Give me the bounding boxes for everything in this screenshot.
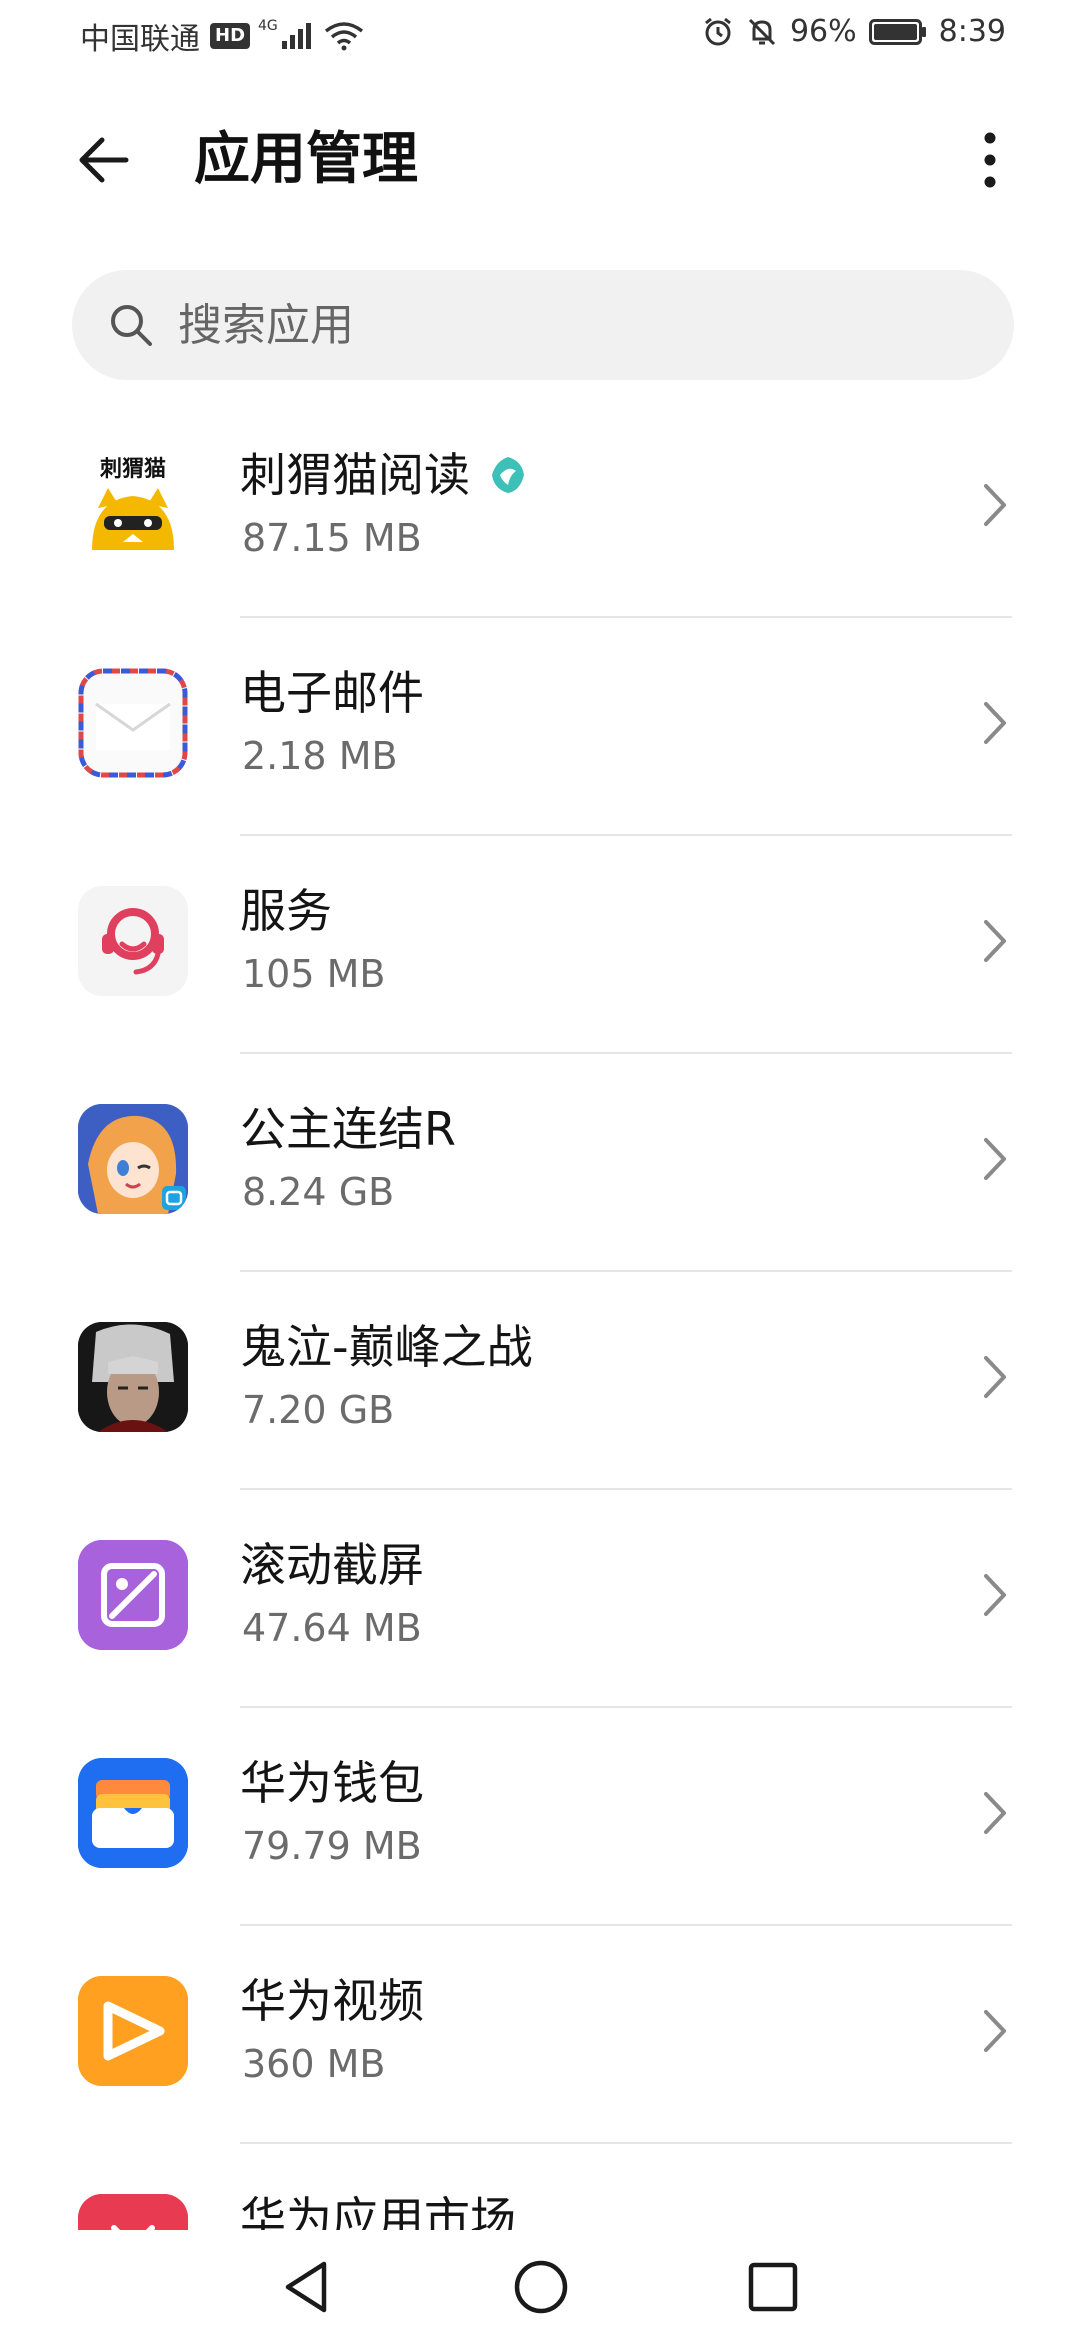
app-name: 华为应用市场 [240, 2189, 516, 2230]
app-size: 7.20 GB [242, 1388, 395, 1432]
status-bar: 中国联通 HD 4G 96% 8:39 [0, 0, 1080, 72]
list-item[interactable]: 鬼泣-巅峰之战 7.20 GB [0, 1272, 1080, 1490]
app-name: 华为视频 [240, 1971, 424, 2031]
mute-bell-icon [748, 18, 775, 45]
email-icon [78, 668, 188, 778]
app-name-text: 刺猬猫阅读 [240, 448, 470, 502]
list-item[interactable]: 华为视频 360 MB [0, 1926, 1080, 2144]
chevron-right-icon [984, 920, 1006, 962]
list-item[interactable]: 电子邮件 2.18 MB [0, 618, 1080, 836]
battery-icon [868, 17, 927, 47]
app-name-text: 华为视频 [240, 1974, 424, 2028]
hd-badge: HD [210, 23, 251, 49]
app-name: 华为钱包 [240, 1753, 424, 1813]
app-name: 公主连结R [240, 1099, 456, 1159]
app-name: 鬼泣-巅峰之战 [240, 1317, 533, 1377]
app-name-text: 服务 [240, 884, 332, 938]
search-icon [111, 305, 152, 346]
chevron-right-icon [984, 1138, 1006, 1180]
app-name: 服务 [240, 881, 332, 941]
app-name: 刺猬猫阅读 [240, 445, 530, 505]
security-verified-icon [492, 457, 524, 493]
search-box[interactable] [72, 270, 1014, 380]
app-size: 360 MB [242, 2042, 386, 2086]
app-name: 滚动截屏 [240, 1535, 424, 1595]
devil-may-cry-icon [78, 1322, 188, 1432]
chevron-right-icon [984, 1574, 1006, 1616]
list-item[interactable]: 滚动截屏 47.64 MB [0, 1490, 1080, 1708]
app-name-text: 电子邮件 [240, 666, 424, 720]
chevron-right-icon [984, 2010, 1006, 2052]
signal-icon [281, 23, 311, 49]
page-title: 应用管理 [194, 127, 418, 192]
app-name-text: 公主连结R [240, 1102, 456, 1156]
app-name-text: 华为钱包 [240, 1756, 424, 1810]
list-item[interactable]: 刺猬猫 刺猬猫阅读 87.15 MB [0, 400, 1080, 618]
app-name: 电子邮件 [240, 663, 424, 723]
huawei-wallet-icon [78, 1758, 188, 1868]
carrier-label: 中国联通 [80, 22, 200, 57]
app-size: 79.79 MB [242, 1824, 422, 1868]
list-item[interactable]: 华为应用市场 [0, 2144, 1080, 2230]
app-list: 刺猬猫 刺猬猫阅读 87.15 MB 电子邮件 2.18 MB 服务 105 M… [0, 400, 1080, 2230]
more-options-icon[interactable] [970, 128, 1010, 192]
back-arrow-icon[interactable] [72, 128, 136, 192]
nav-recent-apps-icon[interactable] [738, 2252, 808, 2322]
app-size: 105 MB [242, 952, 386, 996]
clock-time: 8:39 [938, 14, 1006, 49]
navigation-bar [0, 2230, 1080, 2340]
header: 应用管理 [0, 100, 1080, 216]
huawei-appgallery-icon [78, 2194, 188, 2230]
app-size: 8.24 GB [242, 1170, 395, 1214]
app-size: 2.18 MB [242, 734, 398, 778]
network-type: 4G [258, 18, 278, 34]
scroll-screenshot-icon [78, 1540, 188, 1650]
battery-percent: 96% [789, 14, 857, 49]
status-left: 中国联通 HD 4G [80, 14, 364, 58]
search-input[interactable] [176, 298, 960, 352]
list-item[interactable]: 公主连结R 8.24 GB [0, 1054, 1080, 1272]
app-size: 47.64 MB [242, 1606, 422, 1650]
cihuimao-icon: 刺猬猫 [78, 450, 188, 560]
chevron-right-icon [984, 702, 1006, 744]
nav-home-icon[interactable] [506, 2252, 576, 2322]
status-right: 96% 8:39 [690, 14, 1006, 49]
app-name-text: 滚动截屏 [240, 1538, 424, 1592]
chevron-right-icon [984, 484, 1006, 526]
list-item[interactable]: 华为钱包 79.79 MB [0, 1708, 1080, 1926]
list-item[interactable]: 服务 105 MB [0, 836, 1080, 1054]
app-name-text: 鬼泣-巅峰之战 [240, 1320, 533, 1374]
nav-back-icon[interactable] [274, 2252, 344, 2322]
alarm-icon [705, 17, 731, 45]
service-icon [78, 886, 188, 996]
chevron-right-icon [984, 1356, 1006, 1398]
wifi-icon [324, 22, 363, 51]
app-size: 87.15 MB [242, 516, 422, 560]
app-name-text: 华为应用市场 [240, 2192, 516, 2230]
chevron-right-icon [984, 1792, 1006, 1834]
cihuimao-icon-text: 刺猬猫 [100, 457, 166, 482]
huawei-video-icon [78, 1976, 188, 2086]
princess-connect-icon [78, 1104, 188, 1214]
